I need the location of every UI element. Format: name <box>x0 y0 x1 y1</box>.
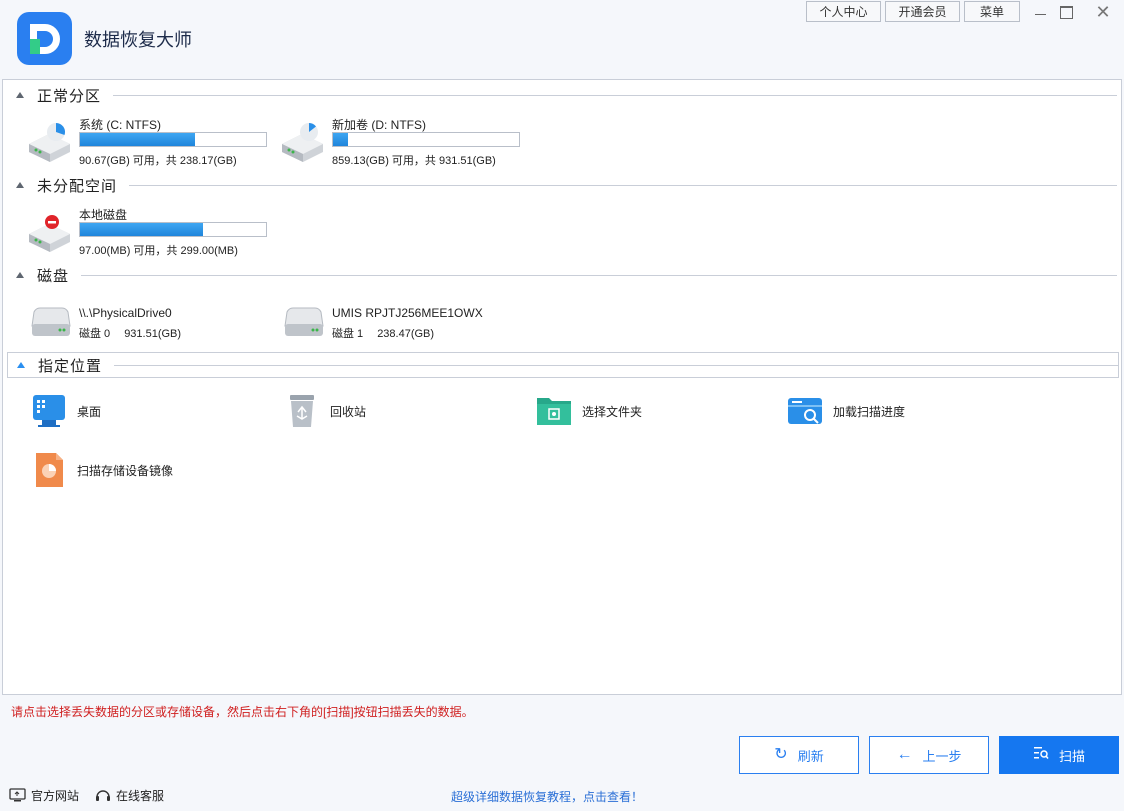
usage-bar <box>79 132 267 147</box>
location-desktop[interactable]: 桌面 <box>30 391 101 431</box>
partition-c[interactable]: 系统 (C: NTFS) 90.67(GB) 可用，共 238.17(GB) <box>26 116 276 172</box>
drive-error-icon <box>29 215 70 252</box>
collapse-icon[interactable] <box>17 362 25 368</box>
location-select-folder[interactable]: 选择文件夹 <box>535 391 642 431</box>
partition-name: 新加卷 (D: NTFS) <box>332 118 426 132</box>
disk-name: UMIS RPJTJ256MEE1OWX <box>332 306 483 320</box>
hint-text: 请点击选择丢失数据的分区或存储设备，然后点击右下角的[扫描]按钮扫描丢失的数据。 <box>11 705 474 719</box>
app-title: 数据恢复大师 <box>84 30 192 50</box>
title-bar: 数据恢复大师 个人中心 开通会员 菜单 ✕ <box>0 0 1124 78</box>
hard-disk-icon <box>31 307 71 336</box>
support-link[interactable]: 在线客服 <box>95 787 164 804</box>
headset-icon <box>96 789 110 801</box>
partition-name: 系统 (C: NTFS) <box>79 118 161 132</box>
hard-disk-icon <box>284 307 324 336</box>
close-icon[interactable]: ✕ <box>1093 2 1113 22</box>
collapse-icon[interactable] <box>16 272 24 278</box>
drive-pie-icon <box>29 122 70 162</box>
partition-info: 97.00(MB) 可用，共 299.00(MB) <box>79 245 238 257</box>
unallocated-disk[interactable]: 本地磁盘 97.00(MB) 可用，共 299.00(MB) <box>26 206 276 262</box>
disk-image-icon <box>36 453 63 487</box>
app-logo-icon <box>17 12 72 65</box>
arrow-left-icon: ← <box>896 746 913 763</box>
collapse-icon[interactable] <box>16 92 24 98</box>
folder-icon <box>537 398 571 425</box>
main-panel: 正常分区 系统 (C: NTFS) 90.67(GB) 可用，共 238.17(… <box>2 79 1122 695</box>
personal-center-button[interactable]: 个人中心 <box>806 1 881 22</box>
menu-button[interactable]: 菜单 <box>964 1 1020 22</box>
physical-disk-0[interactable]: \\.\PhysicalDrive0 磁盘 0 931.51(GB) <box>30 304 280 344</box>
physical-disk-1[interactable]: UMIS RPJTJ256MEE1OWX 磁盘 1 238.47(GB) <box>283 304 533 344</box>
location-disk-image[interactable]: 扫描存储设备镜像 <box>30 450 173 490</box>
website-icon <box>9 788 26 802</box>
tutorial-link[interactable]: 超级详细数据恢复教程，点击查看！ <box>451 788 643 805</box>
scan-button[interactable]: 扫描 <box>999 736 1119 774</box>
partition-d[interactable]: 新加卷 (D: NTFS) 859.13(GB) 可用，共 931.51(GB) <box>279 116 529 172</box>
location-recycle-bin[interactable]: 回收站 <box>283 391 366 431</box>
section-locations[interactable]: 指定位置 <box>7 352 1119 378</box>
minimize-icon[interactable] <box>1030 2 1050 22</box>
partition-info: 90.67(GB) 可用，共 238.17(GB) <box>79 155 237 167</box>
refresh-button[interactable]: ↻ 刷新 <box>739 736 859 774</box>
back-button[interactable]: ← 上一步 <box>869 736 989 774</box>
section-unallocated[interactable]: 未分配空间 <box>13 172 1117 198</box>
recycle-bin-icon <box>290 395 314 427</box>
partition-name: 本地磁盘 <box>79 208 128 222</box>
maximize-icon[interactable] <box>1056 2 1076 22</box>
partition-info: 859.13(GB) 可用，共 931.51(GB) <box>332 155 496 167</box>
usage-bar <box>332 132 520 147</box>
drive-pie-icon <box>282 123 323 162</box>
section-normal-partitions[interactable]: 正常分区 <box>13 82 1117 108</box>
section-disks[interactable]: 磁盘 <box>13 262 1117 288</box>
refresh-icon: ↻ <box>774 746 788 763</box>
disk-name: \\.\PhysicalDrive0 <box>79 306 172 320</box>
vip-button[interactable]: 开通会员 <box>885 1 960 22</box>
usage-bar <box>79 222 267 237</box>
disk-info: 磁盘 1 238.47(GB) <box>332 328 435 340</box>
desktop-icon <box>33 395 65 427</box>
disk-info: 磁盘 0 931.51(GB) <box>79 328 182 340</box>
location-load-scan-progress[interactable]: 加载扫描进度 <box>786 391 905 431</box>
scan-icon <box>1033 745 1049 765</box>
scan-progress-icon <box>788 398 822 424</box>
website-link[interactable]: 官方网站 <box>9 787 79 804</box>
collapse-icon[interactable] <box>16 182 24 188</box>
